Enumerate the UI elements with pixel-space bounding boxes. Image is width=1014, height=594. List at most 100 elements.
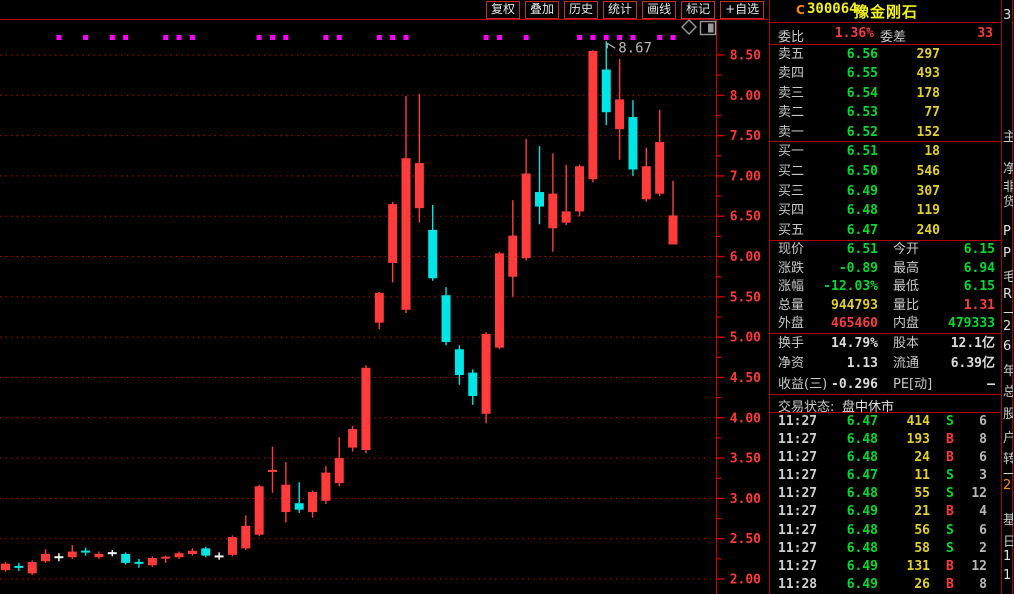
sell-level-price[interactable]: 6.55 — [810, 64, 878, 83]
axis-tick-label: 4.50 — [730, 371, 761, 386]
sell-level-price[interactable]: 6.53 — [810, 103, 878, 122]
trade-side-flag: B — [946, 431, 954, 449]
buy-level-label: 买三 — [778, 182, 804, 202]
event-marker-dot — [270, 35, 275, 40]
trade-side-flag: S — [946, 540, 954, 558]
event-marker-dot — [617, 35, 622, 40]
event-marker-dot — [190, 35, 195, 40]
candle-body — [482, 334, 491, 414]
tick-trade-list[interactable]: 11:276.47414S611:276.48193B811:276.4824B… — [770, 413, 1001, 594]
quote-value: 6.15 — [923, 241, 995, 260]
fin-label: 流通 — [893, 354, 919, 374]
trade-count: 6 — [958, 413, 987, 431]
sell-level-price[interactable]: 6.52 — [810, 123, 878, 142]
financials-grid: 换手14.79%股本12.1亿净资1.13流通6.39亿收益(三)-0.296P… — [770, 334, 1001, 395]
sell-level-label: 卖四 — [778, 64, 804, 83]
menu-button-0[interactable]: 复权 — [486, 1, 520, 19]
sell-level-price[interactable]: 6.54 — [810, 84, 878, 103]
menu-button-3[interactable]: 统计 — [603, 1, 637, 19]
event-marker-dot — [377, 35, 382, 40]
sell-level-volume: 178 — [876, 84, 940, 103]
trade-row-4: 11:276.4855S12 — [770, 485, 1001, 503]
trade-count: 3 — [958, 467, 987, 485]
quote-grid: 现价6.51今开6.15涨跌-0.89最高6.94涨幅-12.03%最低6.15… — [770, 241, 1001, 334]
menu-button-1[interactable]: 叠加 — [525, 1, 559, 19]
buy-level-volume: 18 — [876, 142, 940, 162]
trade-volume: 58 — [872, 540, 930, 558]
trade-status-row: 交易状态: 盘中休市 — [770, 395, 1001, 413]
candle-body — [188, 551, 197, 554]
sell-level-row-4[interactable]: 卖一6.52152 — [770, 123, 1001, 142]
right-edge-strip: 3主净非货PP毛R—26年总股户转—2基日11 — [1003, 0, 1013, 594]
candle-body — [28, 562, 37, 573]
event-marker-dot — [177, 35, 182, 40]
menu-button-4[interactable]: 画线 — [642, 1, 676, 19]
menu-button-2[interactable]: 历史 — [564, 1, 598, 19]
trade-price: 6.47 — [810, 467, 878, 485]
buy-level-price[interactable]: 6.50 — [810, 162, 878, 182]
trade-side-flag: B — [946, 558, 954, 576]
buy-level-row-1[interactable]: 买二6.50546 — [770, 162, 1001, 182]
buy-level-volume: 307 — [876, 182, 940, 202]
stock-name: 豫金刚石 — [854, 1, 918, 22]
strip-glyph-1: 主 — [1003, 126, 1013, 145]
trade-price: 6.48 — [810, 485, 878, 503]
trade-volume: 131 — [872, 558, 930, 576]
weibi-value: 1.36% — [798, 26, 874, 41]
trade-count: 12 — [958, 485, 987, 503]
sell-level-row-1[interactable]: 卖四 6.55493 — [770, 64, 1001, 83]
event-marker-dot — [404, 35, 409, 40]
event-marker-dot — [497, 35, 502, 40]
trade-price: 6.48 — [810, 522, 878, 540]
buy-level-price[interactable]: 6.48 — [810, 201, 878, 221]
candle-body — [628, 117, 637, 169]
sell-level-label: 卖三 — [778, 84, 804, 103]
candle-body — [588, 51, 597, 179]
buy-level-price[interactable]: 6.49 — [810, 182, 878, 202]
diamond-icon[interactable] — [682, 20, 696, 34]
fin-value: -0.296 — [798, 375, 878, 395]
quote-value: 6.51 — [798, 241, 878, 260]
buy-level-volume: 240 — [876, 221, 940, 241]
sell-level-volume: 493 — [876, 64, 940, 83]
menu-button-6[interactable]: +自选 — [720, 1, 764, 19]
candle-body — [615, 99, 624, 129]
buy-level-row-4[interactable]: 买五 6.47240 — [770, 221, 1001, 241]
fin-label: 股本 — [893, 334, 919, 354]
menu-button-5[interactable]: 标记 — [681, 1, 715, 19]
buy-level-label: 买五 — [778, 221, 804, 241]
stock-header[interactable]: C 300064 豫金刚石 — [770, 0, 1001, 22]
event-marker-dot — [577, 35, 582, 40]
fin-row-2: 收益(三)-0.296PE[动]— — [770, 375, 1001, 395]
strip-glyph-6: P — [1003, 246, 1011, 261]
strip-glyph-12: 年 — [1003, 360, 1013, 379]
sell-level-volume: 297 — [876, 45, 940, 64]
buy-level-row-0[interactable]: 买一6.5118 — [770, 142, 1001, 162]
sell-level-label: 卖五 — [778, 45, 804, 64]
quote-row-3: 总量944793量比1.31 — [770, 297, 1001, 316]
candle-body — [522, 174, 531, 259]
event-marker-dot — [484, 35, 489, 40]
strip-glyph-18: 2 — [1003, 478, 1011, 493]
strip-glyph-19: 基 — [1003, 509, 1013, 528]
sell-level-row-2[interactable]: 卖三 6.54178 — [770, 84, 1001, 103]
trade-side-flag: B — [946, 576, 954, 594]
sell-level-price[interactable]: 6.56 — [810, 45, 878, 64]
event-marker-dot — [337, 35, 342, 40]
buy-level-row-3[interactable]: 买四6.48119 — [770, 201, 1001, 221]
event-marker-dot — [257, 35, 262, 40]
candle-body — [121, 554, 130, 563]
quote-row-0: 现价6.51今开6.15 — [770, 241, 1001, 260]
stock-code: 300064 — [807, 1, 858, 17]
axis-tick-label: 5.00 — [730, 331, 761, 346]
trade-count: 2 — [958, 540, 987, 558]
buy-level-price[interactable]: 6.47 — [810, 221, 878, 241]
buy-level-label: 买二 — [778, 162, 804, 182]
trade-price: 6.47 — [810, 413, 878, 431]
buy-level-price[interactable]: 6.51 — [810, 142, 878, 162]
buy-level-row-2[interactable]: 买三 6.49307 — [770, 182, 1001, 202]
strip-glyph-13: 总 — [1003, 381, 1013, 400]
sell-level-row-3[interactable]: 卖二6.5377 — [770, 103, 1001, 122]
sell-level-row-0[interactable]: 卖五 6.56297 — [770, 45, 1001, 64]
trade-count: 8 — [958, 431, 987, 449]
